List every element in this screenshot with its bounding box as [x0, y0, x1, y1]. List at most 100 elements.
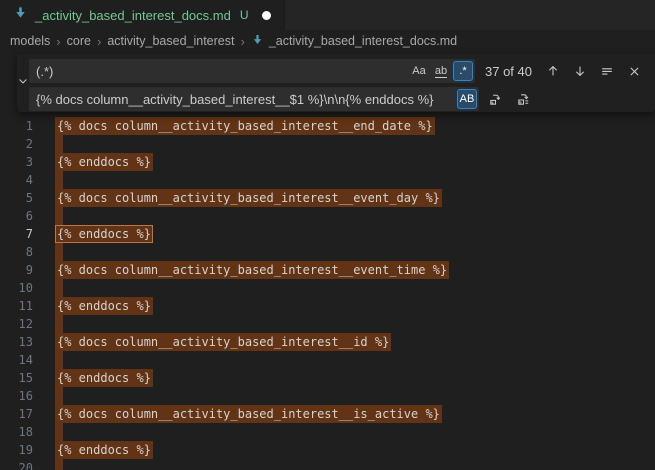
line-number: 13 — [0, 333, 33, 351]
code-line[interactable]: 8 — [0, 243, 655, 261]
find-results-count: 37 of 40 — [485, 64, 543, 79]
markdown-file-icon — [251, 33, 264, 49]
vscode-window: _activity_based_interest_docs.md U model… — [0, 0, 655, 470]
find-row: (.*) Aa ab .* 37 of 40 — [29, 59, 650, 83]
arrow-down-icon — [573, 64, 587, 78]
code-line[interactable]: 15 {% enddocs %} — [0, 369, 655, 387]
find-match-highlight: {% enddocs %} — [55, 225, 153, 243]
line-number: 15 — [0, 369, 33, 387]
line-number: 12 — [0, 315, 33, 333]
find-match-highlight: {% docs column__activity_based_interest_… — [55, 405, 442, 423]
find-match-empty-highlight — [55, 207, 63, 225]
find-in-selection-button[interactable] — [597, 61, 617, 81]
find-match-empty-highlight — [55, 315, 63, 333]
code-line[interactable]: 9 {% docs column__activity_based_interest… — [0, 261, 655, 279]
code-line[interactable]: 16 — [0, 387, 655, 405]
line-number: 9 — [0, 261, 33, 279]
code-line[interactable]: 18 — [0, 423, 655, 441]
code-line[interactable]: 7 {% enddocs %} — [0, 225, 655, 243]
chevron-right-icon: › — [97, 34, 101, 49]
code-line[interactable]: 11 {% enddocs %} — [0, 297, 655, 315]
chevron-down-icon — [17, 74, 29, 92]
code-line[interactable]: 20 — [0, 459, 655, 470]
git-status-badge: U — [240, 8, 249, 22]
line-number: 6 — [0, 207, 33, 225]
breadcrumb-item-activity-based-interest[interactable]: activity_based_interest — [107, 34, 234, 48]
previous-match-button[interactable] — [543, 61, 563, 81]
replace-row: {% docs column__activity_based_interest_… — [29, 87, 650, 111]
code-line[interactable]: 13 {% docs column__activity_based_interes… — [0, 333, 655, 351]
breadcrumb-item-models[interactable]: models — [10, 34, 50, 48]
find-query-text: (.*) — [36, 64, 407, 79]
find-match-highlight: {% enddocs %} — [55, 441, 153, 459]
unsaved-changes-dot[interactable] — [262, 11, 271, 20]
editor-lines: 1{% docs column__activity_based_interest… — [0, 52, 655, 470]
code-line[interactable]: 10 — [0, 279, 655, 297]
code-line[interactable]: 17{% docs column__activity_based_interes… — [0, 405, 655, 423]
code-line[interactable]: 2 — [0, 135, 655, 153]
line-number: 16 — [0, 387, 33, 405]
match-case-toggle[interactable]: Aa — [409, 61, 429, 81]
line-number: 2 — [0, 135, 33, 153]
find-match-empty-highlight — [55, 387, 63, 405]
chevron-right-icon: › — [240, 34, 244, 49]
find-input[interactable]: (.*) Aa ab .* — [29, 59, 475, 83]
line-number: 4 — [0, 171, 33, 189]
find-replace-widget: (.*) Aa ab .* 37 of 40 — [17, 54, 655, 112]
line-number: 1 — [0, 117, 33, 135]
line-number: 11 — [0, 297, 33, 315]
find-match-highlight: {% docs column__activity_based_interest_… — [55, 189, 442, 207]
find-match-empty-highlight — [55, 243, 63, 261]
code-line[interactable]: 12 — [0, 315, 655, 333]
find-match-highlight: {% enddocs %} — [55, 369, 153, 387]
replace-input[interactable]: {% docs column__activity_based_interest_… — [29, 87, 479, 111]
find-match-highlight: {% docs column__activity_based_interest_… — [55, 333, 391, 351]
preserve-case-toggle[interactable]: AB — [457, 89, 477, 109]
line-number: 7 — [0, 225, 33, 243]
replace-all-icon — [516, 92, 531, 107]
find-match-empty-highlight — [55, 171, 63, 189]
find-match-empty-highlight — [55, 351, 63, 369]
code-line[interactable]: 19{% enddocs %} — [0, 441, 655, 459]
find-match-empty-highlight — [55, 423, 63, 441]
preserve-case-label: AB — [460, 93, 475, 105]
next-match-button[interactable] — [570, 61, 590, 81]
code-line[interactable]: 4 — [0, 171, 655, 189]
arrow-up-icon — [546, 64, 560, 78]
breadcrumb-item-core[interactable]: core — [67, 34, 91, 48]
line-number: 3 — [0, 153, 33, 171]
find-match-highlight: {% docs column__activity_based_interest_… — [55, 261, 449, 279]
toggle-replace-button[interactable] — [17, 54, 29, 112]
find-match-empty-highlight — [55, 279, 63, 297]
line-number: 18 — [0, 423, 33, 441]
regex-toggle[interactable]: .* — [453, 61, 473, 81]
breadcrumb-item-file[interactable]: _activity_based_interest_docs.md — [251, 33, 457, 49]
tab-activity-based-interest-docs[interactable]: _activity_based_interest_docs.md U — [0, 0, 285, 30]
code-line[interactable]: 1 {% docs column__activity_based_interest… — [0, 117, 655, 135]
find-match-highlight: {% enddocs %} — [55, 153, 153, 171]
line-number: 20 — [0, 459, 33, 470]
chevron-right-icon: › — [56, 34, 60, 49]
close-find-widget-button[interactable] — [624, 61, 644, 81]
replace-button[interactable] — [485, 89, 505, 109]
code-line[interactable]: 14 — [0, 351, 655, 369]
find-match-highlight: {% enddocs %} — [55, 297, 153, 315]
replace-all-button[interactable] — [513, 89, 533, 109]
replace-value-text: {% docs column__activity_based_interest_… — [36, 92, 455, 107]
find-in-selection-icon — [600, 64, 614, 78]
editor[interactable]: 1{% docs column__activity_based_interest… — [0, 52, 655, 470]
code-line[interactable]: 3 {% enddocs %} — [0, 153, 655, 171]
whole-word-label: ab — [435, 65, 447, 78]
close-icon — [628, 65, 641, 78]
markdown-file-icon — [13, 5, 28, 25]
code-line[interactable]: 5{% docs column__activity_based_interest… — [0, 189, 655, 207]
line-number: 14 — [0, 351, 33, 369]
code-line[interactable]: 6 — [0, 207, 655, 225]
find-match-empty-highlight — [55, 459, 63, 470]
regex-label: .* — [459, 65, 466, 77]
find-match-highlight: {% docs column__activity_based_interest_… — [55, 117, 435, 135]
breadcrumb: models › core › activity_based_interest … — [0, 30, 655, 52]
whole-word-toggle[interactable]: ab — [431, 61, 451, 81]
tab-title: _activity_based_interest_docs.md — [35, 8, 231, 23]
replace-icon — [488, 92, 503, 107]
